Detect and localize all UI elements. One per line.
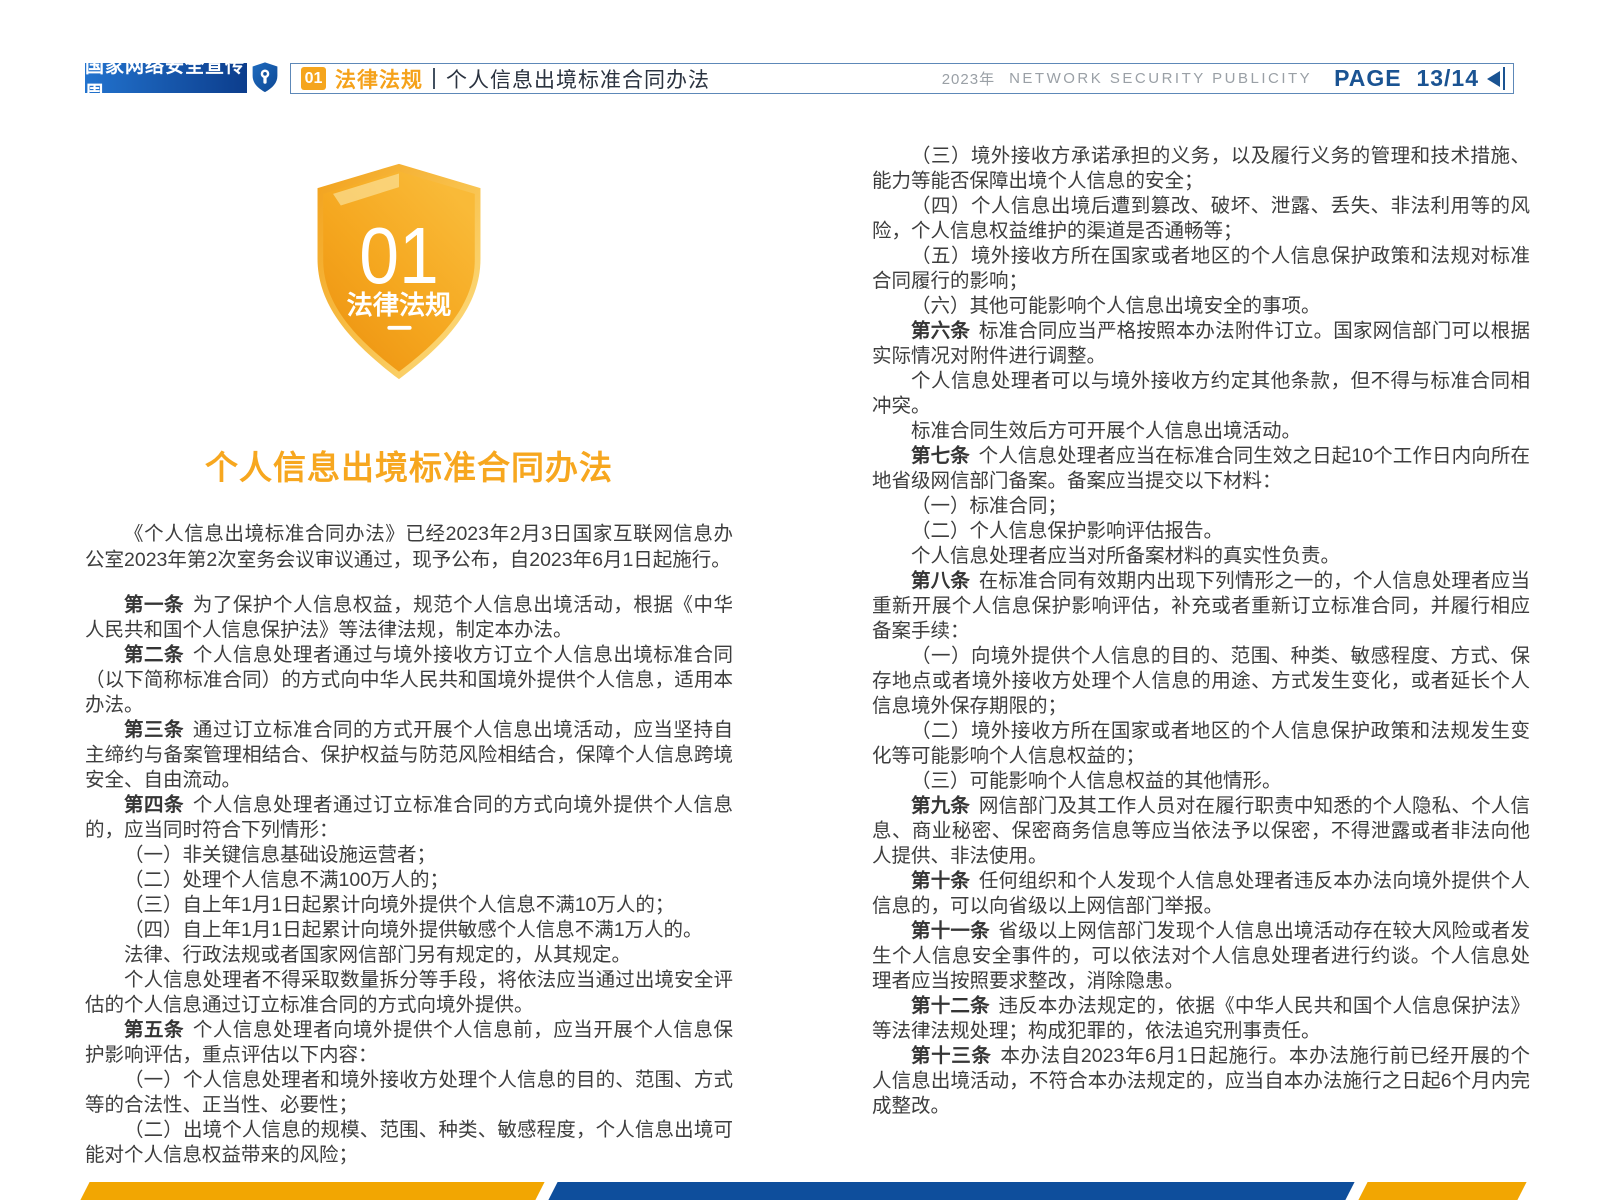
- article-paragraph: （一）向境外提供个人信息的目的、范围、种类、敏感程度、方式、保存地点或者境外接收…: [872, 644, 1530, 719]
- article-paragraph: 个人信息处理者可以与境外接收方约定其他条款，但不得与标准合同相冲突。: [872, 369, 1530, 419]
- article-text: （二）处理个人信息不满100万人的；: [124, 869, 449, 891]
- article-paragraph: （一）个人信息处理者和境外接收方处理个人信息的目的、范围、方式等的合法性、正当性…: [85, 1068, 733, 1118]
- header-bar: 01 法律法规 个人信息出境标准合同办法 2023年 NETWORK SECUR…: [290, 63, 1514, 94]
- article-text: 个人信息处理者应当在标准合同生效之日起10个工作日内向所在地省级网信部门备案。备…: [872, 445, 1530, 492]
- brand-badge-label: 国家网络安全宣传周: [85, 51, 247, 105]
- emblem-number: 01: [359, 211, 439, 300]
- article-paragraph: （一）标准合同；: [872, 494, 1530, 519]
- page-number: 13/14: [1416, 65, 1479, 91]
- article-text: 个人信息处理者可以与境外接收方约定其他条款，但不得与标准合同相冲突。: [872, 370, 1530, 417]
- article-paragraph: （四）自上年1月1日起累计向境外提供敏感个人信息不满1万人的。: [85, 918, 733, 943]
- header-doc-title: 个人信息出境标准合同办法: [446, 64, 710, 94]
- article-paragraph: 第七条个人信息处理者应当在标准合同生效之日起10个工作日内向所在地省级网信部门备…: [872, 444, 1530, 494]
- article-number: 第七条: [911, 445, 970, 467]
- article-text: （三）境外接收方承诺承担的义务，以及履行义务的管理和技术措施、能力等能否保障出境…: [872, 145, 1530, 192]
- document-page: { "header": { "brand": "国家网络安全宣传周", "cha…: [0, 0, 1600, 1200]
- article-number: 第一条: [124, 594, 184, 616]
- article-paragraph: （二）个人信息保护影响评估报告。: [872, 519, 1530, 544]
- chapter-label: 法律法规: [335, 64, 423, 94]
- article-paragraph: （三）境外接收方承诺承担的义务，以及履行义务的管理和技术措施、能力等能否保障出境…: [872, 144, 1530, 194]
- article-paragraph: （三）可能影响个人信息权益的其他情形。: [872, 769, 1530, 794]
- article-text: （四）自上年1月1日起累计向境外提供敏感个人信息不满1万人的。: [124, 919, 703, 941]
- footer-bars: [85, 1182, 1522, 1200]
- article-paragraph: （一）非关键信息基础设施运营者；: [85, 843, 733, 868]
- article-paragraph: 个人信息处理者应当对所备案材料的真实性负责。: [872, 544, 1530, 569]
- article-paragraph: 第一条为了保护个人信息权益，规范个人信息出境活动，根据《中华人民共和国个人信息保…: [85, 593, 733, 643]
- article-text: （三）自上年1月1日起累计向境外提供个人信息不满10万人的；: [124, 894, 674, 916]
- article-text: 任何组织和个人发现个人信息处理者违反本办法向境外提供个人信息的，可以向省级以上网…: [872, 870, 1530, 917]
- article-text: （六）其他可能影响个人信息出境安全的事项。: [911, 295, 1321, 317]
- article-text: （一）非关键信息基础设施运营者；: [124, 844, 436, 866]
- article-paragraph: 法律、行政法规或者国家网信部门另有规定的，从其规定。: [85, 943, 733, 968]
- article-number: 第九条: [911, 795, 970, 817]
- year-label: 2023年: [942, 68, 995, 89]
- article-paragraph: 第五条个人信息处理者向境外提供个人信息前，应当开展个人信息保护影响评估，重点评估…: [85, 1018, 733, 1068]
- article-text: （一）向境外提供个人信息的目的、范围、种类、敏感程度、方式、保存地点或者境外接收…: [872, 645, 1530, 717]
- article-paragraph: （三）自上年1月1日起累计向境外提供个人信息不满10万人的；: [85, 893, 733, 918]
- article-text: （五）境外接收方所在国家或者地区的个人信息保护政策和法规对标准合同履行的影响；: [872, 245, 1530, 292]
- footer-bar-orange-left: [80, 1182, 544, 1200]
- article-text: （一）标准合同；: [911, 495, 1067, 517]
- article-text: 法律、行政法规或者国家网信部门另有规定的，从其规定。: [124, 944, 631, 966]
- article-paragraph: 第十二条违反本办法规定的，依据《中华人民共和国个人信息保护法》等法律法规处理；构…: [872, 994, 1530, 1044]
- right-column-articles: （三）境外接收方承诺承担的义务，以及履行义务的管理和技术措施、能力等能否保障出境…: [872, 144, 1530, 1119]
- article-paragraph: （五）境外接收方所在国家或者地区的个人信息保护政策和法规对标准合同履行的影响；: [872, 244, 1530, 294]
- article-number: 第三条: [124, 719, 184, 741]
- article-text: 个人信息处理者应当对所备案材料的真实性负责。: [911, 545, 1340, 567]
- shield-lock-icon: [251, 61, 279, 94]
- page-indicator: PAGE 13/14: [1334, 65, 1479, 92]
- article-paragraph: 第三条通过订立标准合同的方式开展个人信息出境活动，应当坚持自主缔约与备案管理相结…: [85, 718, 733, 793]
- left-column-articles: 第一条为了保护个人信息权益，规范个人信息出境活动，根据《中华人民共和国个人信息保…: [85, 593, 733, 1168]
- article-paragraph: 第十三条本办法自2023年6月1日起施行。本办法施行前已经开展的个人信息出境活动…: [872, 1044, 1530, 1119]
- article-paragraph: 第二条个人信息处理者通过与境外接收方订立个人信息出境标准合同（以下简称标准合同）…: [85, 643, 733, 718]
- footer-bar-orange-right: [1358, 1182, 1526, 1200]
- brand-badge: 国家网络安全宣传周: [85, 63, 247, 93]
- article-number: 第十一条: [911, 920, 990, 942]
- article-text: 个人信息处理者不得采取数量拆分等手段，将依法应当通过出境安全评估的个人信息通过订…: [85, 969, 733, 1016]
- article-paragraph: （二）出境个人信息的规模、范围、种类、敏感程度，个人信息出境可能对个人信息权益带…: [85, 1118, 733, 1168]
- chapter-number-badge: 01: [301, 67, 326, 90]
- article-text: 标准合同生效后方可开展个人信息出境活动。: [911, 420, 1301, 442]
- intro-paragraph: 《个人信息出境标准合同办法》已经2023年2月3日国家互联网信息办公室2023年…: [85, 521, 733, 573]
- article-paragraph: 个人信息处理者不得采取数量拆分等手段，将依法应当通过出境安全评估的个人信息通过订…: [85, 968, 733, 1018]
- article-text: 标准合同应当严格按照本办法附件订立。国家网信部门可以根据实际情况对附件进行调整。: [872, 320, 1530, 367]
- subtitle-en: NETWORK SECURITY PUBLICITY: [1009, 70, 1312, 87]
- article-paragraph: （二）处理个人信息不满100万人的；: [85, 868, 733, 893]
- article-number: 第十三条: [911, 1045, 992, 1067]
- header-divider: [433, 68, 435, 89]
- article-paragraph: 第十条任何组织和个人发现个人信息处理者违反本办法向境外提供个人信息的，可以向省级…: [872, 869, 1530, 919]
- article-paragraph: （四）个人信息出境后遭到篡改、破坏、泄露、丢失、非法利用等的风险，个人信息权益维…: [872, 194, 1530, 244]
- page-word: PAGE: [1334, 65, 1401, 91]
- article-paragraph: 第六条标准合同应当严格按照本办法附件订立。国家网信部门可以根据实际情况对附件进行…: [872, 319, 1530, 369]
- article-number: 第五条: [124, 1019, 184, 1041]
- article-text: （四）个人信息出境后遭到篡改、破坏、泄露、丢失、非法利用等的风险，个人信息权益维…: [872, 195, 1530, 242]
- article-paragraph: 第四条个人信息处理者通过订立标准合同的方式向境外提供个人信息的，应当同时符合下列…: [85, 793, 733, 843]
- article-number: 第六条: [911, 320, 970, 342]
- chapter-shield-emblem: 01 法律法规: [302, 157, 496, 386]
- article-number: 第八条: [911, 570, 970, 592]
- article-paragraph: （二）境外接收方所在国家或者地区的个人信息保护政策和法规发生变化等可能影响个人信…: [872, 719, 1530, 769]
- article-text: 网信部门及其工作人员对在履行职责中知悉的个人隐私、个人信息、商业秘密、保密商务信…: [872, 795, 1530, 867]
- article-number: 第十条: [911, 870, 970, 892]
- article-text: （二）出境个人信息的规模、范围、种类、敏感程度，个人信息出境可能对个人信息权益带…: [85, 1119, 733, 1166]
- article-paragraph: 第十一条省级以上网信部门发现个人信息出境活动存在较大风险或者发生个人信息安全事件…: [872, 919, 1530, 994]
- emblem-label: 法律法规: [347, 290, 452, 320]
- article-paragraph: （六）其他可能影响个人信息出境安全的事项。: [872, 294, 1530, 319]
- page-cursor-bar: [1503, 67, 1505, 90]
- article-number: 第十二条: [911, 995, 990, 1017]
- article-text: （二）个人信息保护影响评估报告。: [911, 520, 1223, 542]
- article-paragraph: 标准合同生效后方可开展个人信息出境活动。: [872, 419, 1530, 444]
- article-text: 在标准合同有效期内出现下列情形之一的，个人信息处理者应当重新开展个人信息保护影响…: [872, 570, 1530, 642]
- article-paragraph: 第九条网信部门及其工作人员对在履行职责中知悉的个人隐私、个人信息、商业秘密、保密…: [872, 794, 1530, 869]
- article-text: （二）境外接收方所在国家或者地区的个人信息保护政策和法规发生变化等可能影响个人信…: [872, 720, 1530, 767]
- emblem-dash: [387, 326, 411, 330]
- footer-bar-blue: [548, 1182, 1354, 1200]
- article-text: （三）可能影响个人信息权益的其他情形。: [911, 770, 1282, 792]
- article-number: 第四条: [124, 794, 184, 816]
- page-back-icon: [1487, 71, 1500, 87]
- article-number: 第二条: [124, 644, 184, 666]
- article-paragraph: 第八条在标准合同有效期内出现下列情形之一的，个人信息处理者应当重新开展个人信息保…: [872, 569, 1530, 644]
- page-title: 个人信息出境标准合同办法: [85, 441, 733, 489]
- article-text: （一）个人信息处理者和境外接收方处理个人信息的目的、范围、方式等的合法性、正当性…: [85, 1069, 733, 1116]
